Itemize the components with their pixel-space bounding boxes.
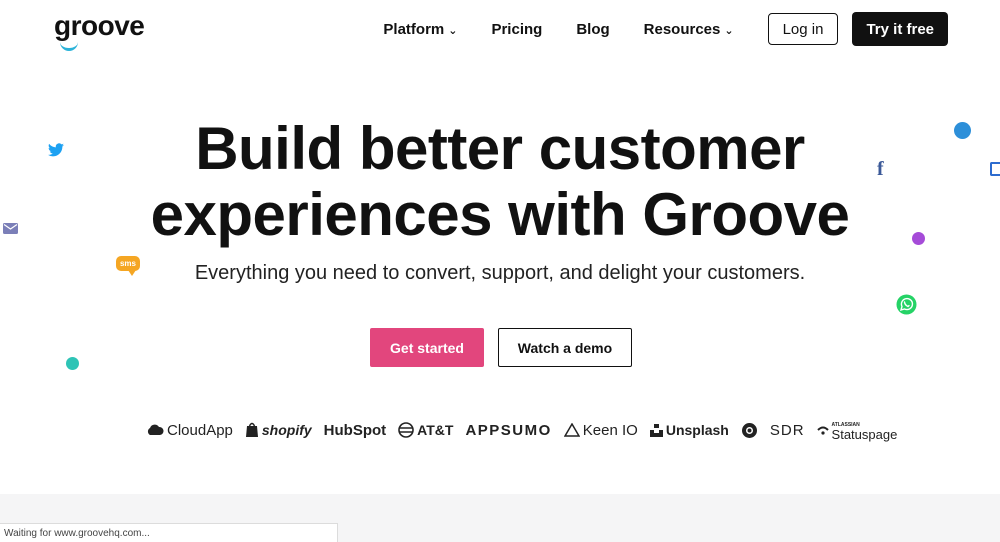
globe-icon bbox=[398, 422, 414, 438]
nav-blog-label: Blog bbox=[576, 20, 610, 38]
nav-pricing-label: Pricing bbox=[491, 20, 543, 38]
logo-cloudapp-text: CloudApp bbox=[167, 421, 233, 439]
logo-appsumo: APPSUMO bbox=[465, 422, 551, 439]
get-started-button[interactable]: Get started bbox=[370, 328, 484, 367]
nav-resources-label: Resources bbox=[643, 20, 721, 38]
logo-statuspage: ATLASSIAN Statuspage bbox=[816, 421, 898, 442]
phone-icon bbox=[990, 162, 1000, 176]
sms-icon: sms bbox=[116, 256, 140, 276]
twitter-icon bbox=[48, 143, 64, 157]
wifi-icon bbox=[816, 426, 829, 435]
customer-logos: CloudApp shopify HubSpot AT&T APPSUMO Ke… bbox=[146, 418, 897, 442]
hero-headline: Build better customer experiences with G… bbox=[0, 116, 1000, 248]
teal-dot bbox=[66, 357, 79, 370]
seal-badge-icon bbox=[741, 422, 757, 438]
hero-subheadline: Everything you need to convert, support,… bbox=[194, 262, 806, 284]
chevron-down-icon: ⌄ bbox=[448, 24, 458, 37]
purple-dot bbox=[912, 232, 925, 245]
logo-shopify-text: shopify bbox=[261, 422, 312, 438]
login-button[interactable]: Log in bbox=[767, 13, 839, 45]
logo-att: AT&T bbox=[398, 422, 453, 438]
whatsapp-icon bbox=[896, 294, 917, 315]
logo-shopify: shopify bbox=[245, 422, 312, 438]
nav-platform-label: Platform bbox=[383, 20, 445, 38]
unsplash-icon bbox=[649, 423, 663, 437]
blue-dot bbox=[954, 122, 971, 139]
nav-platform[interactable]: Platform ⌄ bbox=[383, 21, 457, 38]
logo-sdr: SDR bbox=[770, 422, 805, 439]
logo-smile-mark bbox=[60, 40, 78, 51]
nav-pricing[interactable]: Pricing bbox=[491, 21, 542, 38]
cloud-icon bbox=[147, 424, 164, 435]
hero-headline-line1: Build better customer bbox=[195, 115, 805, 182]
logo-badge bbox=[741, 422, 758, 439]
logo-hubspot-text: HubSpot bbox=[323, 421, 387, 439]
sms-bubble: sms bbox=[116, 256, 140, 271]
logo-wordmark: groove bbox=[54, 10, 145, 41]
main-nav: Platform ⌄ Pricing Blog Resources ⌄ Log … bbox=[383, 12, 948, 46]
groove-logo[interactable]: groove bbox=[54, 10, 164, 51]
triangle-icon bbox=[563, 423, 580, 437]
logo-cloudapp: CloudApp bbox=[146, 422, 233, 439]
email-icon bbox=[3, 223, 18, 234]
logo-unsplash: Unsplash bbox=[649, 422, 729, 438]
logo-unsplash-text: Unsplash bbox=[665, 422, 729, 438]
nav-resources[interactable]: Resources ⌄ bbox=[644, 21, 734, 38]
facebook-icon: f bbox=[877, 158, 884, 180]
logo-keenio-text: Keen IO bbox=[582, 421, 638, 439]
try-free-button[interactable]: Try it free bbox=[852, 12, 948, 46]
chevron-down-icon: ⌄ bbox=[724, 24, 734, 37]
logo-att-text: AT&T bbox=[417, 422, 454, 438]
logo-appsumo-text: APPSUMO bbox=[465, 421, 552, 439]
logo-statuspage-text: Statuspage bbox=[831, 427, 898, 442]
nav-blog[interactable]: Blog bbox=[576, 21, 609, 38]
logo-keenio: Keen IO bbox=[563, 421, 638, 439]
logo-hubspot: HubSpot bbox=[324, 422, 386, 439]
logo-sdr-text: SDR bbox=[769, 421, 805, 439]
watch-demo-button[interactable]: Watch a demo bbox=[498, 328, 632, 367]
browser-status-bar: Waiting for www.groovehq.com... bbox=[0, 523, 338, 542]
shopping-bag-icon bbox=[245, 422, 258, 437]
hero-headline-line2: experiences with Groove bbox=[150, 181, 850, 248]
sms-bubble-tail bbox=[128, 270, 136, 276]
logo-statuspage-stack: ATLASSIAN Statuspage bbox=[831, 421, 898, 442]
